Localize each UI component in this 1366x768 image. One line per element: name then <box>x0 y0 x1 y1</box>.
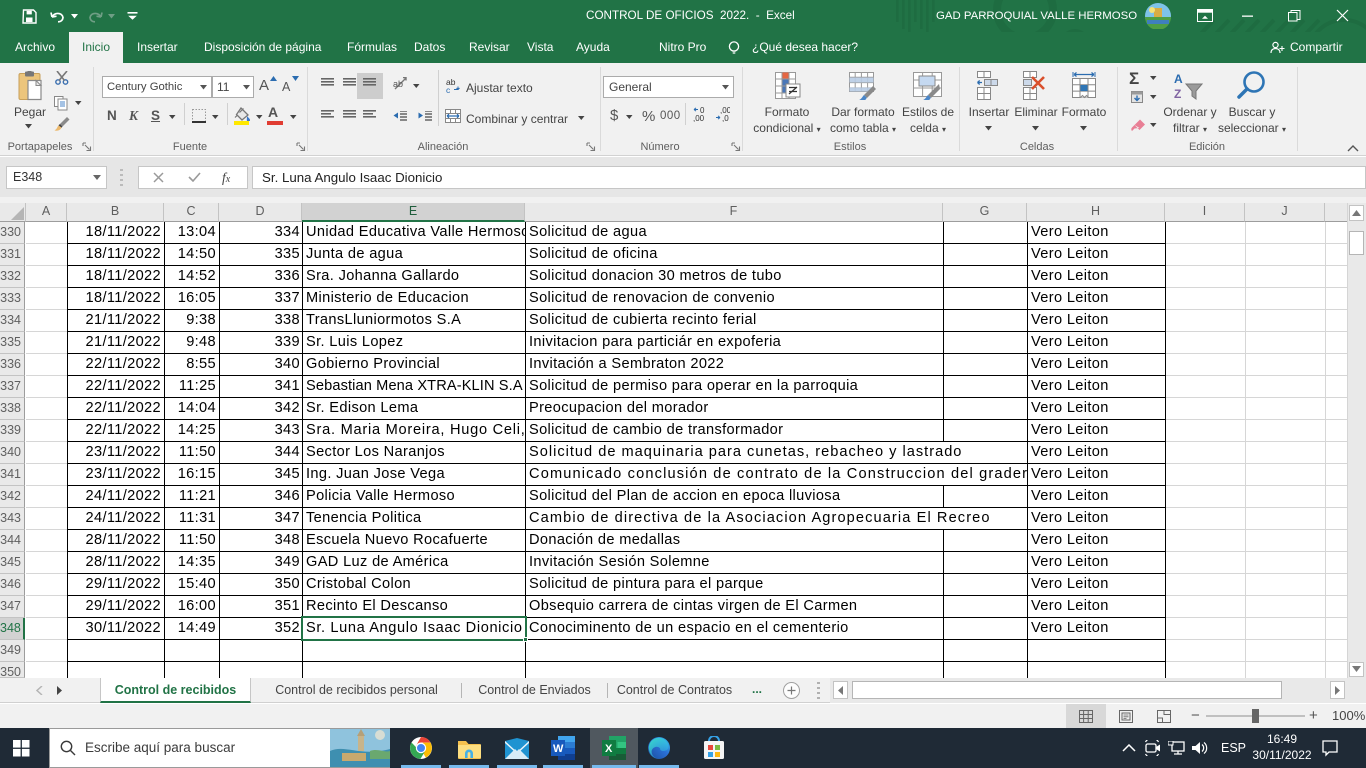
svg-text:,00: ,00 <box>693 114 705 122</box>
svg-text:ab: ab <box>393 79 403 89</box>
svg-text:X: X <box>605 743 613 755</box>
svg-text:W: W <box>553 743 564 755</box>
svg-text:A: A <box>1174 72 1183 86</box>
svg-text:Z: Z <box>1174 87 1181 100</box>
